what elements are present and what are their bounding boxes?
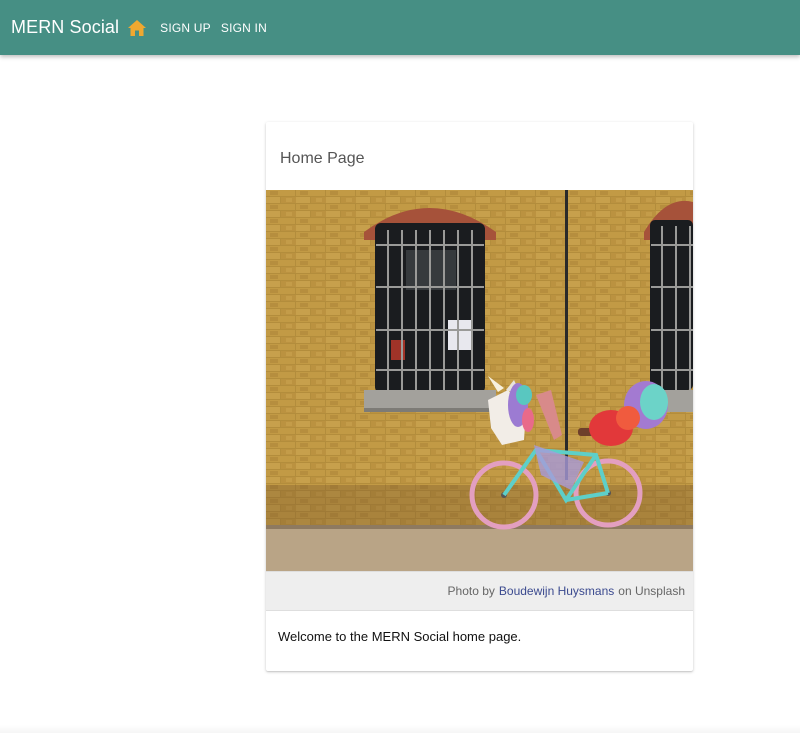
app-title: MERN Social [11, 17, 120, 37]
page-bottom-edge [0, 725, 800, 733]
home-icon [128, 19, 147, 36]
caption-suffix: on Unsplash [618, 584, 685, 598]
home-button[interactable] [127, 18, 147, 38]
signin-button[interactable]: SIGN IN [221, 21, 267, 35]
unicorn-bike-photo [266, 190, 693, 571]
app-bar: MERN Social SIGN UP SIGN IN [0, 0, 800, 55]
signup-button[interactable]: SIGN UP [160, 21, 211, 35]
photo-caption: Photo by Boudewijn Huysmans on Unsplash [266, 571, 693, 611]
card-title: Home Page [280, 150, 365, 167]
caption-prefix: Photo by [447, 584, 495, 598]
home-card: Home Page Photo by Boudewijn Huysmans on… [266, 122, 693, 671]
caption-author-link[interactable]: Boudewijn Huysmans [499, 584, 614, 598]
welcome-text: Welcome to the MERN Social home page. [278, 629, 522, 644]
